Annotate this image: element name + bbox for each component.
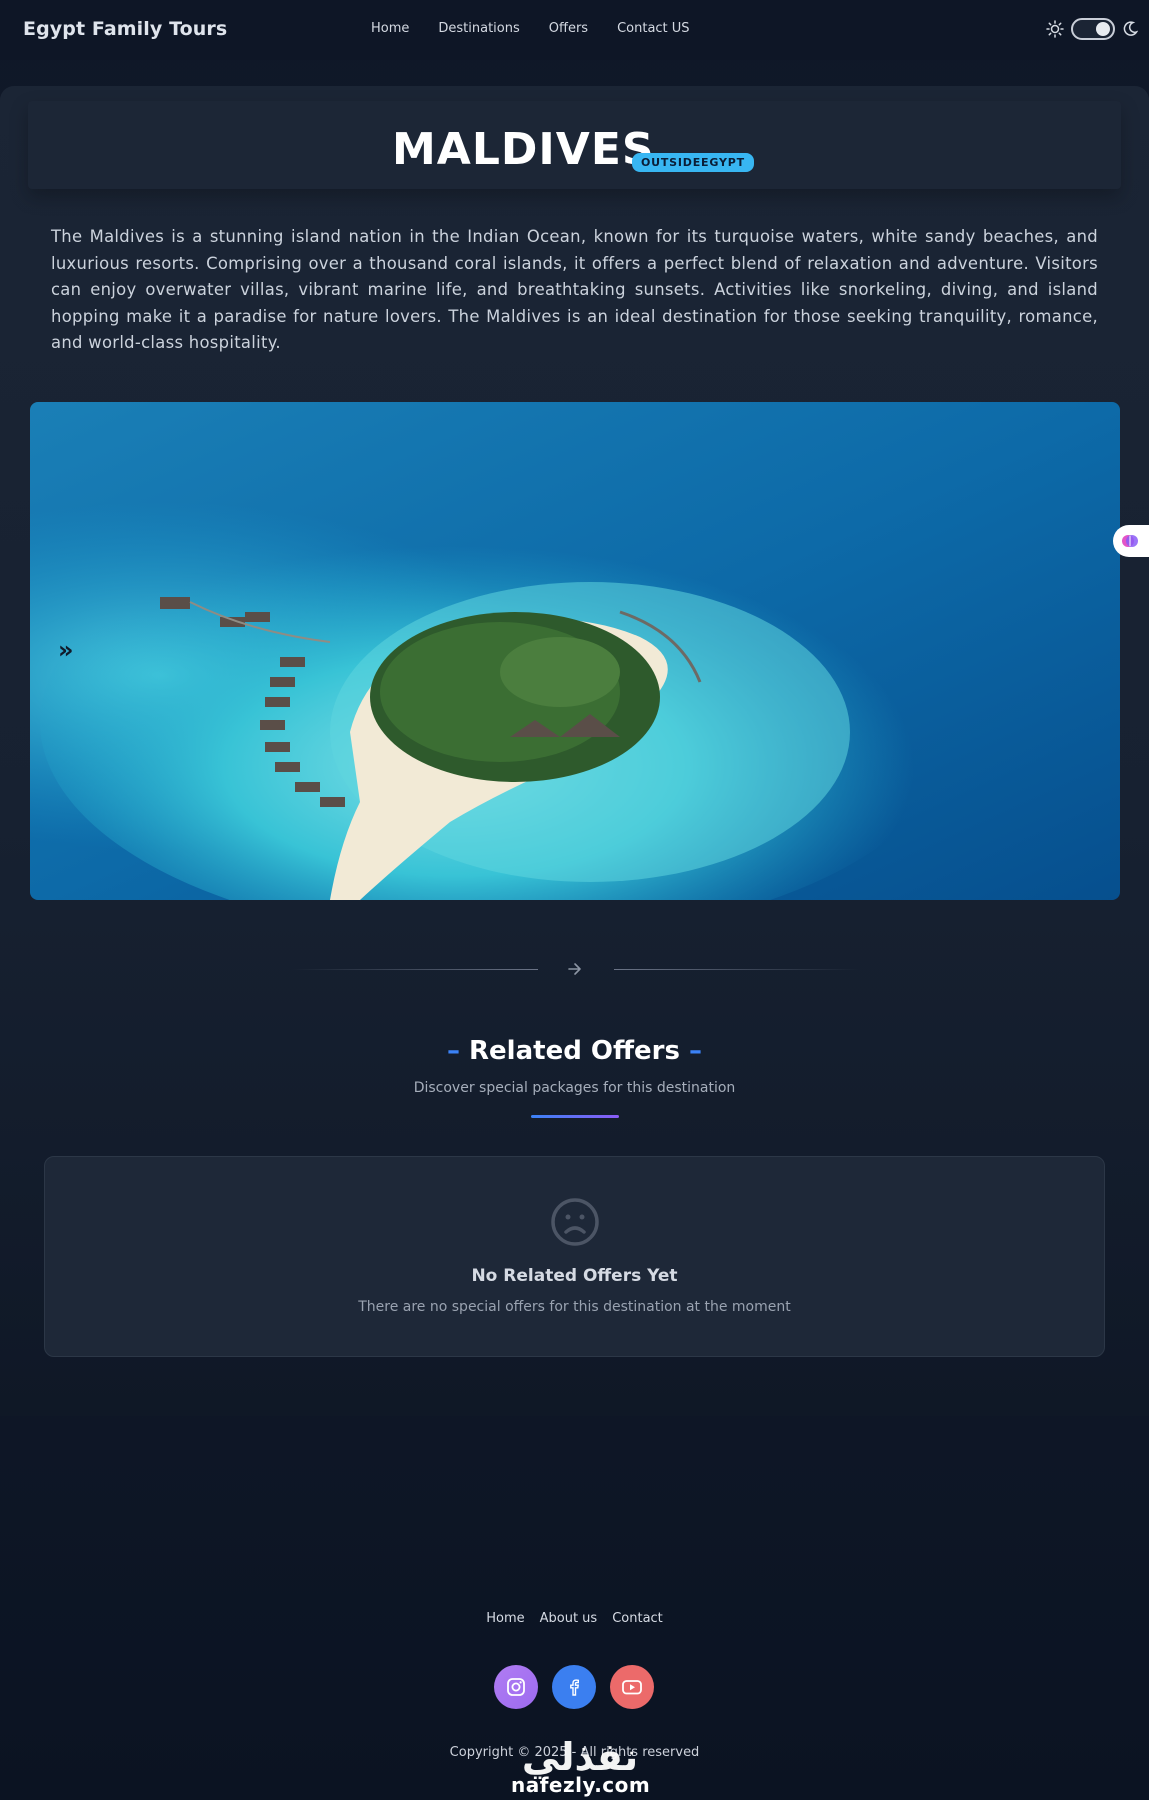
carousel-next-button[interactable]: » <box>58 636 73 664</box>
brand-logo[interactable]: Egypt Family Tours <box>23 18 227 40</box>
instagram-button[interactable] <box>494 1665 538 1709</box>
destination-description: The Maldives is a stunning island nation… <box>51 227 1098 352</box>
related-offers-title: Related Offers <box>469 1036 680 1066</box>
moon-icon <box>1123 21 1138 36</box>
empty-offers-text: There are no special offers for this des… <box>358 1299 791 1315</box>
heading-dash-right: – <box>689 1036 703 1066</box>
heading-dash-left: – <box>446 1036 460 1066</box>
social-links <box>494 1665 654 1709</box>
sad-face-icon <box>551 1198 599 1246</box>
nav-link-offers[interactable]: Offers <box>549 21 588 36</box>
facebook-button[interactable] <box>552 1665 596 1709</box>
youtube-button[interactable] <box>610 1665 654 1709</box>
empty-offers-title: No Related Offers Yet <box>471 1266 678 1286</box>
footer-link-contact[interactable]: Contact <box>612 1611 663 1626</box>
divider-line-left <box>292 969 538 970</box>
footer-links: Home About us Contact <box>0 1611 1149 1626</box>
destination-title: MALDIVES <box>392 124 655 175</box>
heading-underline <box>531 1115 619 1118</box>
theme-toggle[interactable] <box>1071 18 1115 40</box>
footer-link-about[interactable]: About us <box>540 1611 598 1626</box>
divider-line-right <box>614 969 860 970</box>
nav-link-destinations[interactable]: Destinations <box>438 21 519 36</box>
empty-offers-card <box>44 1156 1105 1357</box>
related-offers-subtitle: Discover special packages for this desti… <box>413 1080 736 1096</box>
footer-link-home[interactable]: Home <box>486 1611 524 1626</box>
category-badge: OUTSIDEEGYPT <box>632 153 754 172</box>
toggle-knob <box>1096 22 1110 36</box>
watermark-site: nafezly.com <box>511 1773 651 1797</box>
nav-links: Home Destinations Offers Contact US <box>371 21 690 36</box>
theme-control <box>1046 18 1138 40</box>
related-offers-heading: – Related Offers – <box>0 1036 1149 1066</box>
nav-link-home[interactable]: Home <box>371 21 409 36</box>
facebook-icon <box>570 1679 580 1696</box>
sun-icon <box>1046 20 1064 38</box>
navbar: Egypt Family Tours Home Destinations Off… <box>0 0 1149 60</box>
brain-icon <box>1122 535 1138 547</box>
nav-link-contact[interactable]: Contact US <box>617 21 689 36</box>
arrow-right-icon <box>568 963 581 975</box>
destination-image <box>30 402 1120 900</box>
youtube-icon <box>622 1680 642 1695</box>
side-widget-tab[interactable] <box>1113 525 1149 557</box>
instagram-icon <box>507 1678 525 1696</box>
